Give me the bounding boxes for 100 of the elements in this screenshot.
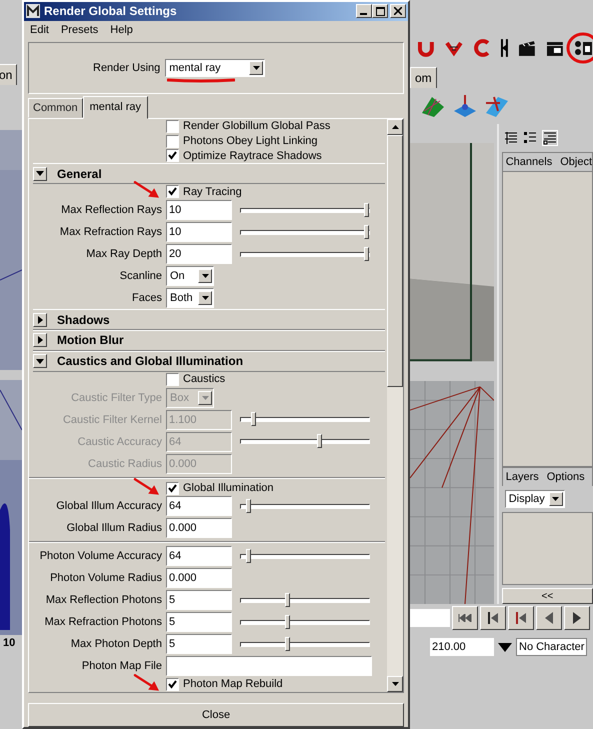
scrollbar[interactable]	[387, 118, 403, 692]
render-settings-icon[interactable]	[572, 38, 593, 58]
input-field[interactable]: 20	[166, 244, 232, 264]
input-field[interactable]: 0.000	[166, 568, 232, 588]
dropdown-arrow-icon[interactable]	[498, 642, 512, 652]
field-label: Global Illum Radius	[66, 522, 162, 534]
clapperboard-icon[interactable]	[517, 38, 538, 58]
scroll-left-button[interactable]: <<	[502, 588, 593, 604]
checkbox-label: Ray Tracing	[183, 186, 242, 198]
field-label: Max Reflection Photons	[44, 594, 162, 606]
maximize-button[interactable]	[372, 4, 388, 18]
slider-thumb[interactable]	[246, 498, 252, 513]
menu-item[interactable]: Object	[560, 156, 592, 168]
field-label: Max Ray Depth	[85, 248, 162, 260]
checkbox[interactable]	[166, 678, 179, 691]
caret-icon	[36, 358, 44, 364]
caret-icon	[552, 497, 560, 501]
field-label: Max Reflection Rays	[60, 204, 162, 216]
caret-icon	[202, 396, 208, 400]
checkbox-label: Caustics	[183, 373, 226, 386]
checkbox-label: Global Illumination	[183, 482, 274, 494]
field-label: Scanline	[118, 270, 162, 282]
input-field[interactable]: 5	[166, 590, 232, 610]
menu-item[interactable]: Edit	[30, 24, 49, 36]
input-field[interactable]: 10	[166, 200, 232, 220]
checkbox[interactable]	[166, 482, 179, 495]
section-header[interactable]: Motion Blur	[33, 330, 385, 351]
checkbox[interactable]	[166, 134, 179, 148]
renderer-dropdown[interactable]: mental ray	[165, 58, 266, 77]
dropdown[interactable]: Display	[504, 490, 565, 508]
caret-icon	[202, 296, 208, 300]
checkbox[interactable]	[166, 372, 179, 386]
slider-thumb[interactable]	[364, 224, 369, 239]
field-label: Caustic Radius	[87, 458, 162, 470]
go-to-start-button[interactable]	[452, 606, 478, 630]
list-icon[interactable]	[504, 131, 518, 145]
slider-thumb[interactable]	[364, 202, 369, 217]
play-button[interactable]	[564, 606, 590, 630]
close-button[interactable]: Close	[28, 703, 404, 727]
checkbox[interactable]	[166, 149, 179, 162]
menu-item[interactable]: Layers	[506, 471, 539, 483]
tab[interactable]: Common	[28, 98, 83, 118]
app-icon	[26, 4, 40, 18]
dropdown[interactable]: On	[166, 266, 214, 286]
field-label: Max Refraction Rays	[58, 226, 162, 238]
slider-thumb[interactable]	[284, 592, 290, 607]
checkbox-label: Render Globillum Global Pass	[183, 120, 330, 132]
input-field[interactable]: 5	[166, 634, 232, 654]
close-button[interactable]	[390, 4, 406, 18]
window-title: Render Global Settings	[44, 4, 178, 18]
scroll-down-icon	[392, 682, 398, 686]
tab[interactable]: mental ray	[82, 96, 148, 119]
checkbox[interactable]	[166, 185, 179, 198]
dropdown[interactable]: Both	[166, 288, 214, 308]
slider-thumb[interactable]	[284, 614, 290, 629]
section-header[interactable]: Shadows	[33, 309, 385, 330]
checkbox-label: Photons Obey Light Linking	[183, 135, 318, 148]
frame-number: 10	[3, 637, 16, 649]
input-field[interactable]: 5	[166, 612, 232, 632]
input-field[interactable]: 64	[166, 546, 232, 566]
list-icon[interactable]	[522, 131, 537, 145]
play-backward-button[interactable]	[536, 606, 562, 630]
caret-icon	[36, 171, 44, 176]
menu-item[interactable]: Channels	[506, 156, 552, 168]
check-icon	[168, 484, 177, 493]
check-icon	[168, 680, 177, 689]
menu-item[interactable]: Options	[546, 471, 585, 483]
check-icon	[168, 187, 177, 196]
character-set-field[interactable]: No Character	[516, 638, 588, 656]
caret-icon	[38, 336, 42, 344]
scroll-up-icon	[392, 124, 398, 129]
end-time-field[interactable]: 210.00	[430, 638, 494, 656]
section-header[interactable]: General	[33, 163, 385, 184]
section-header[interactable]: Caustics and Global Illumination	[33, 350, 385, 372]
caret-icon	[252, 66, 260, 70]
field-label: Photon Map File	[80, 660, 162, 672]
joint-icon[interactable]	[452, 93, 478, 119]
input-field[interactable]: 0.000	[166, 518, 232, 538]
file-path-field[interactable]	[166, 656, 372, 676]
play-icon	[572, 612, 582, 624]
input-field[interactable]: 64	[166, 496, 232, 516]
tab[interactable]: om	[410, 67, 437, 88]
step-key-back-button[interactable]	[508, 606, 534, 630]
step-back-button[interactable]	[480, 606, 506, 630]
slider-thumb[interactable]	[246, 548, 252, 563]
menu-item[interactable]: Presets	[60, 24, 98, 36]
slider-thumb[interactable]	[284, 636, 290, 651]
checkbox[interactable]	[166, 120, 179, 133]
slider-thumb[interactable]	[364, 246, 369, 261]
input-field[interactable]: 10	[166, 222, 232, 242]
field-label: Max Refraction Photons	[44, 616, 162, 628]
field-label: Caustic Filter Kernel	[62, 414, 162, 426]
minimize-button[interactable]	[356, 4, 372, 18]
input-field[interactable]	[410, 609, 450, 627]
caret-icon	[38, 316, 42, 324]
menu-item[interactable]: Help	[110, 24, 133, 36]
check-icon	[168, 151, 177, 160]
magnet-icon[interactable]	[472, 38, 492, 58]
step-back-icon	[487, 612, 499, 624]
field-label: Global Illum Accuracy	[55, 500, 162, 512]
